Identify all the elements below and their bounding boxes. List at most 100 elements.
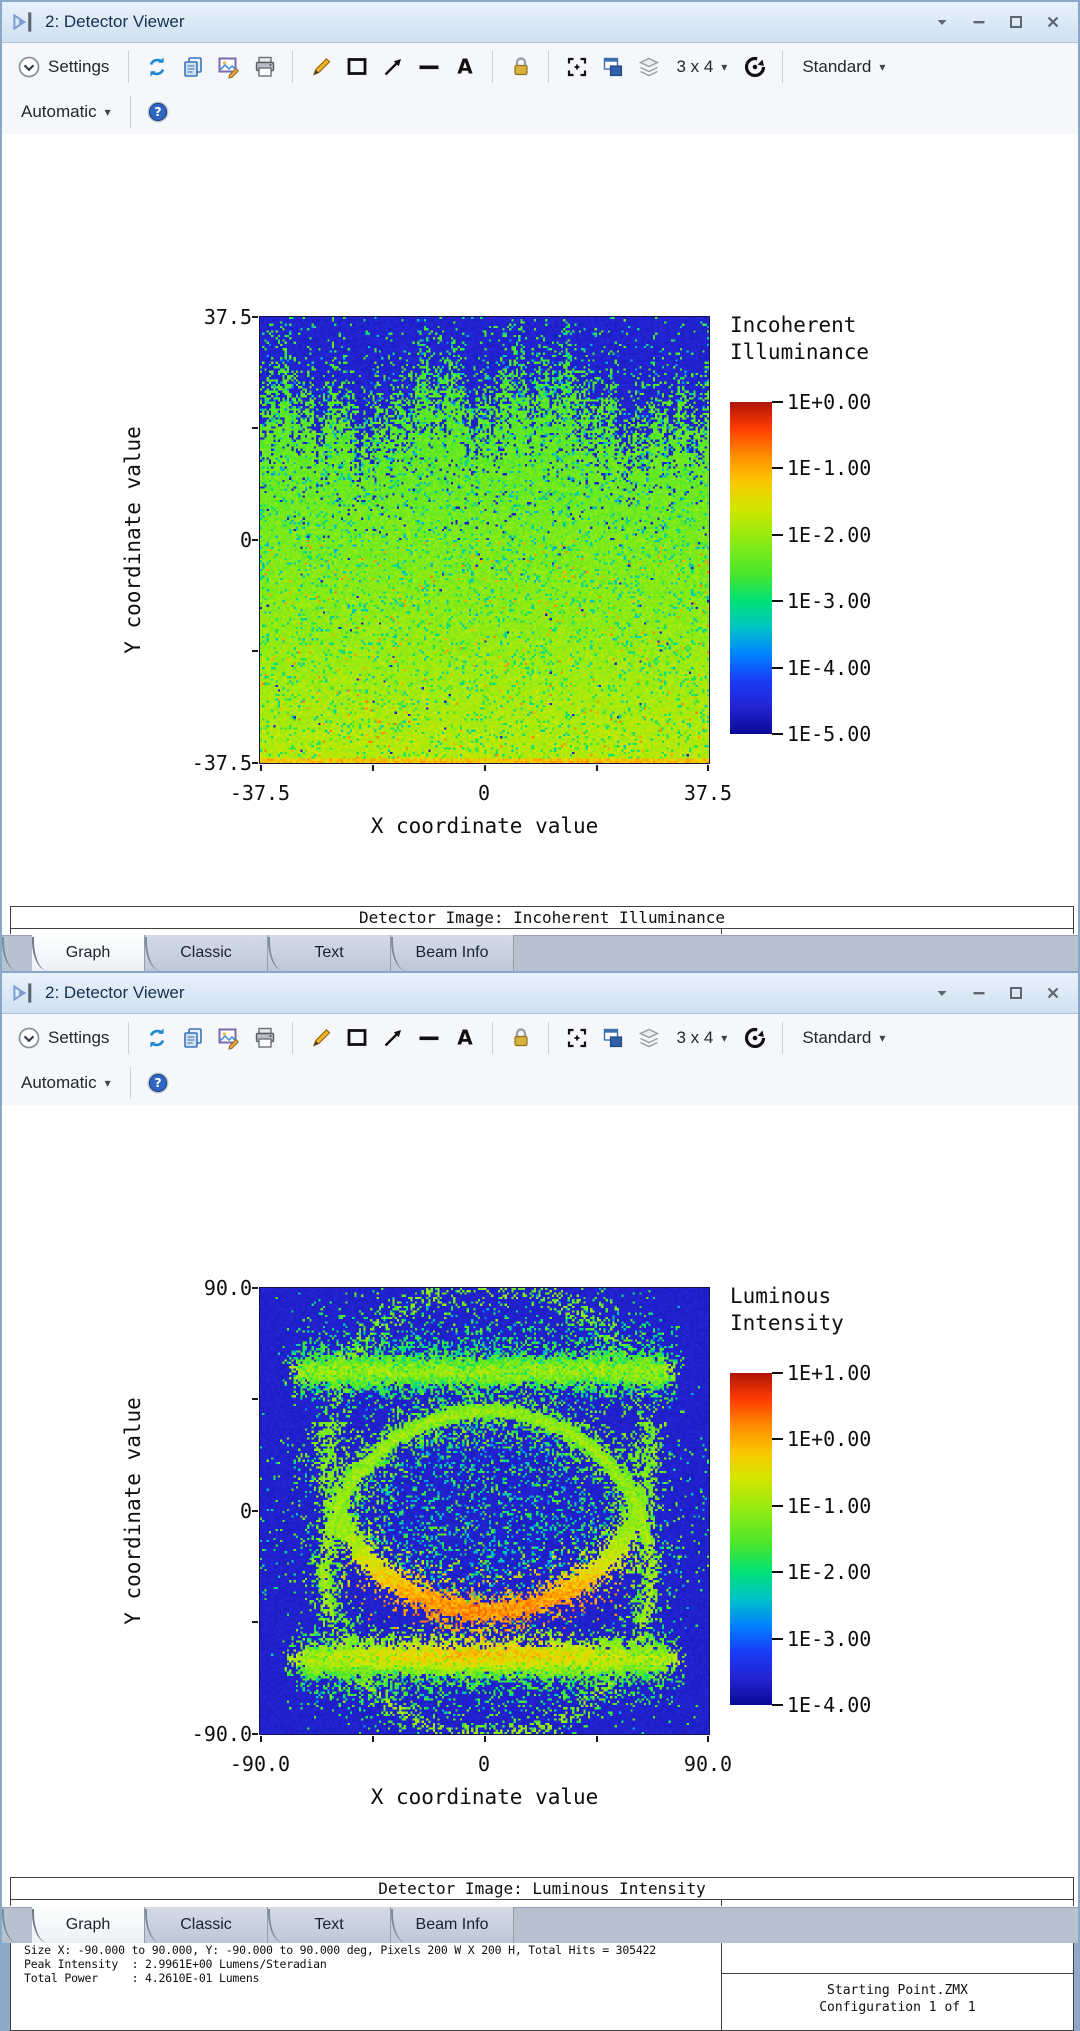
help-icon[interactable]: ? xyxy=(145,99,172,126)
rotate-icon[interactable] xyxy=(741,1024,768,1051)
grid-layout-dropdown[interactable]: 3 x 4 ▾ xyxy=(671,1025,732,1051)
tab-label: Classic xyxy=(180,1916,232,1934)
settings-button[interactable]: Settings xyxy=(10,50,114,83)
scale-mode-dropdown[interactable]: Automatic ▾ xyxy=(16,99,116,125)
info-panel-header: Detector Image: Luminous Intensity xyxy=(10,1877,1074,1900)
detector-viewer-window-2: 2: Detector Viewer Settings A 3 x 4 xyxy=(0,971,1080,1945)
window-menu-button[interactable] xyxy=(931,11,953,33)
x-axis-title: X coordinate value xyxy=(260,1785,709,1809)
colorbar-tick xyxy=(772,467,783,469)
secondary-toolbar: Automatic ▾ ? xyxy=(2,1061,1078,1106)
scale-mode-label: Automatic xyxy=(21,1073,97,1093)
layers-icon[interactable] xyxy=(635,53,662,80)
detector-image-canvas[interactable] xyxy=(259,1287,710,1735)
colorbar-tick xyxy=(772,401,783,403)
settings-button[interactable]: Settings xyxy=(10,1021,114,1054)
detector-image-canvas[interactable] xyxy=(259,316,710,764)
tab-text[interactable]: Text xyxy=(268,935,391,971)
grid-layout-dropdown[interactable]: 3 x 4 ▾ xyxy=(671,54,732,80)
axis-tick xyxy=(252,427,258,429)
tab-graph[interactable]: Graph xyxy=(32,935,145,971)
axis-tick xyxy=(252,650,258,652)
colorbar-label: 1E+0.00 xyxy=(787,1428,917,1450)
titlebar[interactable]: 2: Detector Viewer xyxy=(2,973,1078,1014)
print-icon[interactable] xyxy=(251,53,278,80)
svg-text:?: ? xyxy=(154,1075,161,1090)
maximize-button[interactable] xyxy=(1005,11,1027,33)
legend-title: IncoherentIlluminance xyxy=(730,312,869,366)
tab-label: Beam Info xyxy=(416,1916,489,1934)
colorbar-tick xyxy=(772,1704,783,1706)
save-image-icon[interactable] xyxy=(215,1024,242,1051)
tab-bar-filler xyxy=(514,935,1078,971)
minimize-button[interactable] xyxy=(968,982,990,1004)
rectangle-annotate-icon[interactable] xyxy=(343,53,370,80)
lock-icon[interactable] xyxy=(507,53,534,80)
colorbar-tick xyxy=(772,1571,783,1573)
rotate-icon[interactable] xyxy=(741,53,768,80)
line-annotate-icon[interactable] xyxy=(415,53,442,80)
tab-label: Classic xyxy=(180,944,232,962)
text-annotate-icon[interactable]: A xyxy=(451,1024,478,1051)
lock-icon[interactable] xyxy=(507,1024,534,1051)
tab-beam-info[interactable]: Beam Info xyxy=(391,1907,514,1943)
fit-window-icon[interactable] xyxy=(563,1024,590,1051)
refresh-icon[interactable] xyxy=(143,53,170,80)
colorbar-tick xyxy=(772,1505,783,1507)
svg-text:A: A xyxy=(457,55,473,79)
pencil-annotate-icon[interactable] xyxy=(307,1024,334,1051)
colorbar-label: 1E+1.00 xyxy=(787,1362,917,1384)
axis-tick xyxy=(252,1621,258,1623)
titlebar[interactable]: 2: Detector Viewer xyxy=(2,2,1078,43)
arrow-annotate-icon[interactable] xyxy=(379,53,406,80)
colorbar-label: 1E-4.00 xyxy=(787,657,917,679)
copy-icon[interactable] xyxy=(179,1024,206,1051)
close-button[interactable] xyxy=(1042,982,1064,1004)
layers-icon[interactable] xyxy=(635,1024,662,1051)
colorbar xyxy=(730,1373,772,1705)
y-tick-label: 90.0 xyxy=(152,1277,252,1299)
axis-tick xyxy=(707,765,709,771)
colorbar-tick xyxy=(772,600,783,602)
caret-down-icon: ▾ xyxy=(721,60,727,74)
tab-beam-info[interactable]: Beam Info xyxy=(391,935,514,971)
colormap-label: Standard xyxy=(802,57,871,77)
axis-tick xyxy=(252,539,258,541)
y-axis-title: Y coordinate value xyxy=(121,1288,145,1734)
info-line: Size X: -90.000 to 90.000, Y: -90.000 to… xyxy=(24,1943,721,1957)
line-annotate-icon[interactable] xyxy=(415,1024,442,1051)
close-button[interactable] xyxy=(1042,11,1064,33)
window-title: 2: Detector Viewer xyxy=(45,12,185,32)
colorbar-tick xyxy=(772,1638,783,1640)
fit-window-icon[interactable] xyxy=(563,53,590,80)
caret-down-icon: ▾ xyxy=(721,1031,727,1045)
minimize-button[interactable] xyxy=(968,11,990,33)
caret-down-icon: ▾ xyxy=(105,1076,111,1090)
window-menu-button[interactable] xyxy=(931,982,953,1004)
toolbar-separator xyxy=(292,51,293,83)
refresh-icon[interactable] xyxy=(143,1024,170,1051)
arrow-annotate-icon[interactable] xyxy=(379,1024,406,1051)
colormap-dropdown[interactable]: Standard ▾ xyxy=(797,54,890,80)
colorbar-tick xyxy=(772,667,783,669)
y-tick-label: -37.5 xyxy=(152,752,252,774)
tab-text[interactable]: Text xyxy=(268,1907,391,1943)
copy-window-icon[interactable] xyxy=(599,1024,626,1051)
tab-classic[interactable]: Classic xyxy=(145,1907,268,1943)
save-image-icon[interactable] xyxy=(215,53,242,80)
print-icon[interactable] xyxy=(251,1024,278,1051)
pencil-annotate-icon[interactable] xyxy=(307,53,334,80)
scale-mode-dropdown[interactable]: Automatic ▾ xyxy=(16,1070,116,1096)
colorbar-label: 1E-3.00 xyxy=(787,1628,917,1650)
axis-tick xyxy=(707,1736,709,1742)
rectangle-annotate-icon[interactable] xyxy=(343,1024,370,1051)
copy-icon[interactable] xyxy=(179,53,206,80)
tab-graph[interactable]: Graph xyxy=(32,1907,145,1943)
copy-window-icon[interactable] xyxy=(599,53,626,80)
tab-classic[interactable]: Classic xyxy=(145,935,268,971)
maximize-button[interactable] xyxy=(1005,982,1027,1004)
tab-bar: Graph Classic Text Beam Info xyxy=(2,934,1078,971)
colormap-dropdown[interactable]: Standard ▾ xyxy=(797,1025,890,1051)
help-icon[interactable]: ? xyxy=(145,1070,172,1097)
text-annotate-icon[interactable]: A xyxy=(451,53,478,80)
